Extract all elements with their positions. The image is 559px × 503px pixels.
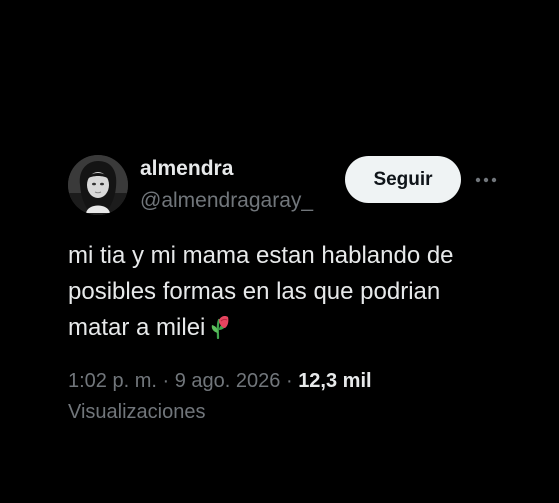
tweet-meta: 1:02 p. m. · 9 ago. 2026 · 12,3 mil — [68, 370, 372, 393]
meta-separator: · — [285, 370, 293, 392]
avatar-photo-icon — [68, 155, 128, 215]
tweet-text-line-last: matar a milei — [68, 310, 538, 350]
tweet-text: mi tia y mi mama estan hablando de posib… — [68, 238, 538, 350]
display-name[interactable]: almendra — [140, 157, 233, 181]
more-horizontal-icon — [475, 177, 497, 183]
wilted-flower-icon — [209, 313, 231, 350]
tweet: almendra @almendragaray_ Seguir mi tia y… — [0, 0, 559, 503]
user-handle[interactable]: @almendragaray_ — [140, 189, 313, 213]
views-label: Visualizaciones — [68, 401, 206, 423]
tweet-text-line: mi tia y mi mama estan hablando de — [68, 242, 454, 269]
more-options-button[interactable] — [472, 166, 500, 194]
tweet-text-line-content: matar a milei — [68, 314, 206, 341]
follow-button[interactable]: Seguir — [345, 156, 461, 203]
meta-separator: · — [162, 370, 170, 392]
tweet-date[interactable]: 9 ago. 2026 — [175, 370, 281, 392]
tweet-text-line: posibles formas en las que podrian — [68, 278, 441, 305]
avatar[interactable] — [68, 155, 128, 215]
tweet-time[interactable]: 1:02 p. m. — [68, 370, 157, 392]
views-count: 12,3 mil — [298, 370, 372, 392]
